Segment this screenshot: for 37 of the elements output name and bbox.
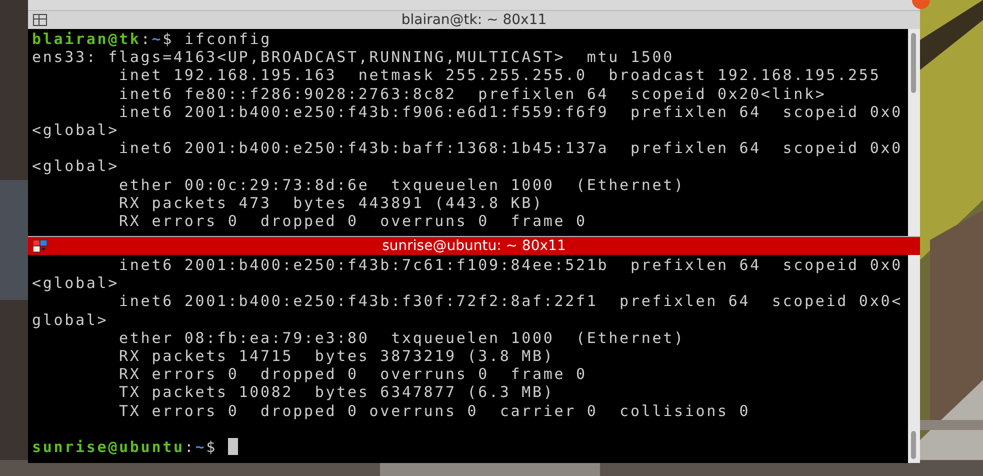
window-title: blairan@tk: ~ 80x11 [401, 12, 547, 28]
prompt-separator: : [184, 438, 196, 456]
output-line: inet6 2001:b400:e250:f43b:f30f:72f2:8af:22f1 prefixlen 64 scopeid 0x0< [118, 292, 902, 310]
output-line: RX errors 0 dropped 0 overruns 0 frame 0 [118, 212, 587, 230]
output-line: ens33: flags=4163<UP,BROADCAST,RUNNING,MULTICAST> mtu 1500 [32, 48, 674, 66]
output-line: inet 192.168.195.163 netmask 255.255.255.0 broadcast 192.168.195.255 [118, 66, 881, 84]
scrollbar[interactable] [908, 29, 920, 237]
output-line: <global> [32, 120, 120, 139]
scrollbar[interactable] [908, 255, 920, 463]
output-line: <global> [32, 157, 120, 176]
command-text: ifconfig [184, 30, 272, 48]
output-line: ether 08:fb:ea:79:e3:80 txqueuelen 1000 (Ethernet) [118, 328, 685, 347]
output-line: inet6 2001:b400:e250:f43b:baff:1368:1b45:137a prefixlen 64 scopeid 0x0 [118, 139, 902, 158]
output-line: inet6 2001:b400:e250:f43b:7c61:f109:84ee:521b prefixlen 64 scopeid 0x0 [118, 256, 902, 274]
prompt-path: ~ [195, 438, 206, 456]
output-line: TX errors 0 dropped 0 overruns 0 carrier 0 collisions 0 [118, 402, 750, 420]
scroll-thumb[interactable] [911, 33, 916, 93]
output-line: RX packets 14715 bytes 3873219 (3.8 MB) [118, 346, 554, 365]
prompt-user: sunrise@ubuntu [32, 438, 184, 456]
close-icon[interactable] [912, 0, 930, 10]
prompt-path: ~ [152, 30, 163, 48]
prompt-symbol: $ [162, 30, 174, 48]
window-icon [33, 240, 47, 253]
prompt-user: blairan@tk [32, 30, 141, 48]
scroll-thumb[interactable] [911, 431, 916, 459]
prompt-symbol: $ [206, 438, 218, 456]
output-line: ether 00:0c:29:73:8d:6e txqueuelen 1000 (Ethernet) [118, 176, 685, 194]
output-line: RX errors 0 dropped 0 overruns 0 frame 0 [118, 365, 587, 384]
output-line: global> [32, 310, 108, 329]
output-line: <global> [32, 274, 120, 292]
window-title: sunrise@ubuntu: ~ 80x11 [382, 238, 566, 254]
output-line: inet6 fe80::f286:9028:2763:8c82 prefixlen 64 scopeid 0x20<link> [118, 84, 826, 103]
prompt-separator: : [140, 30, 152, 48]
output-line: RX packets 473 bytes 443891 (443.8 KB) [118, 194, 544, 212]
output-line: TX packets 10082 bytes 6347877 (6.3 MB) [118, 383, 554, 402]
window-icon [33, 14, 47, 26]
output-line: inet6 2001:b400:e250:f43b:f906:e6d1:f559:f6f9 prefixlen 64 scopeid 0x0 [118, 102, 902, 121]
